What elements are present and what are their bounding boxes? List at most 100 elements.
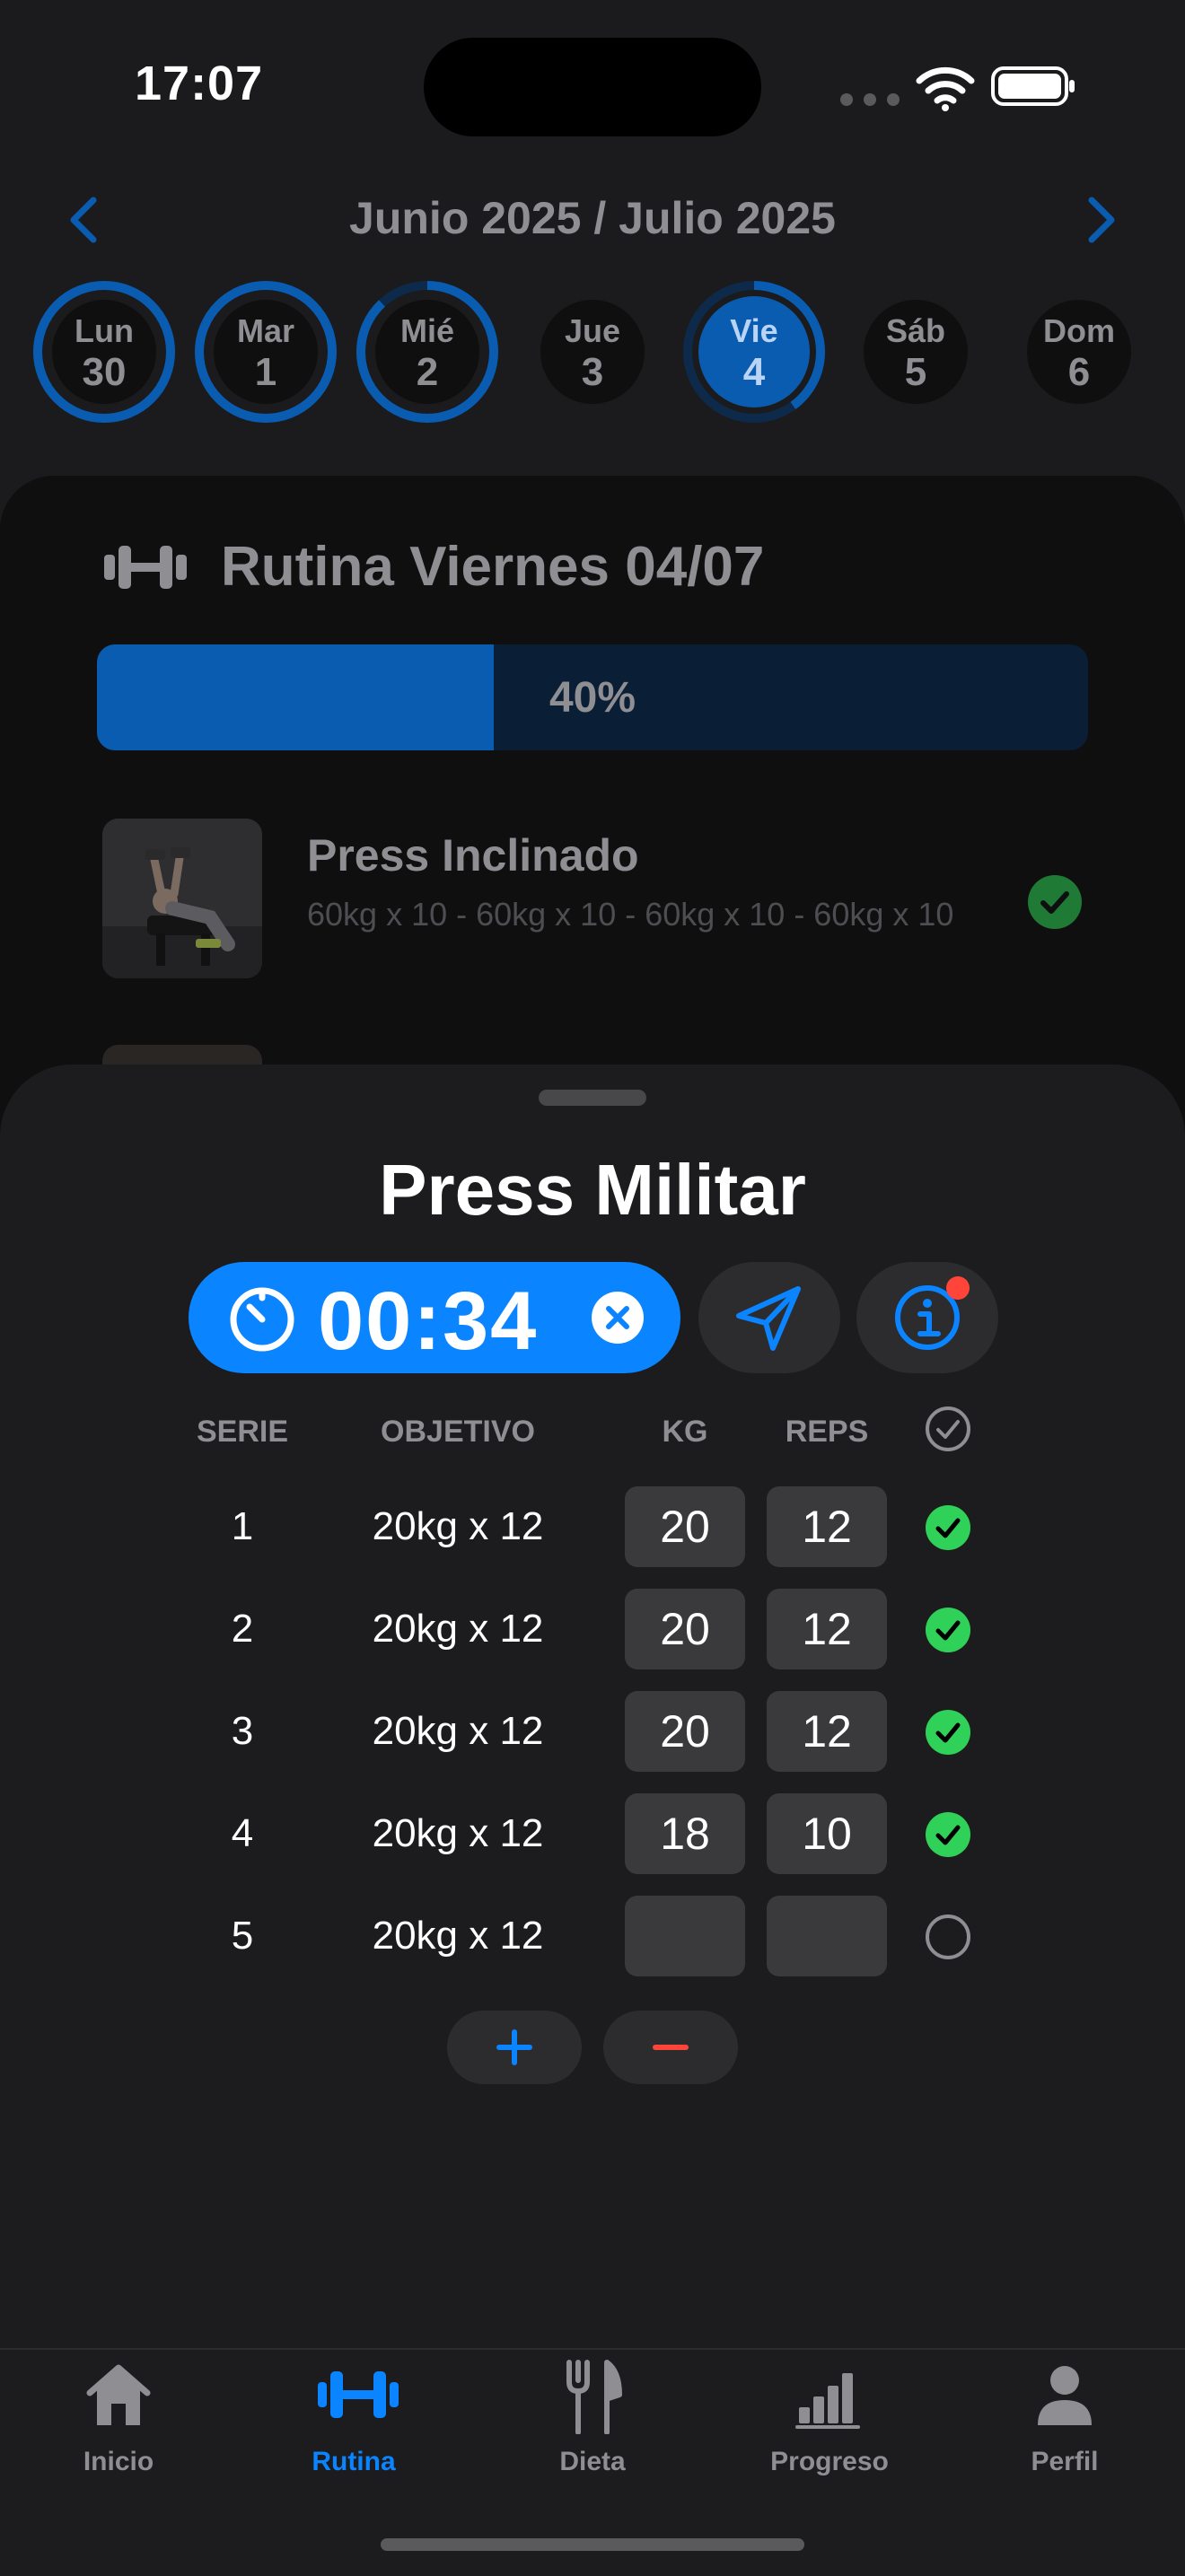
set-done-toggle[interactable]	[925, 1607, 971, 1653]
set-target: 20kg x 12	[372, 1709, 544, 1753]
reps-input[interactable]: 10	[767, 1793, 887, 1874]
day-name: Mar	[236, 312, 295, 349]
reps-input[interactable]: 12	[767, 1486, 887, 1567]
close-icon[interactable]	[591, 1291, 645, 1345]
set-done-toggle[interactable]	[925, 1709, 971, 1756]
tab-progreso[interactable]: Progreso	[740, 2359, 919, 2484]
set-target: 20kg x 12	[372, 1811, 544, 1855]
day-button[interactable]: Mar 1	[194, 280, 338, 424]
sheet-title: Press Militar	[379, 1150, 806, 1230]
set-done-toggle[interactable]	[925, 1504, 971, 1551]
chart-bar-icon	[795, 2373, 860, 2429]
set-row: 5 20kg x 12	[0, 1896, 1185, 1976]
tab-dieta[interactable]: Dieta	[503, 2359, 682, 2484]
home-indicator	[381, 2538, 804, 2551]
day-button-selected[interactable]: Vie 4	[682, 280, 826, 424]
dumbbell-icon	[318, 2371, 399, 2418]
set-row: 3 20kg x 12 20 12	[0, 1691, 1185, 1772]
reps-input[interactable]	[767, 1896, 887, 1976]
minus-icon	[653, 2045, 689, 2050]
exercise-sets-summary: 60kg x 10 - 60kg x 10 - 60kg x 10 - 60kg…	[307, 896, 954, 933]
set-target: 20kg x 12	[372, 1607, 544, 1651]
complete-all-icon[interactable]	[925, 1406, 971, 1452]
sheet-grabber[interactable]	[539, 1090, 646, 1106]
dynamic-island	[424, 38, 761, 136]
info-button[interactable]	[856, 1262, 998, 1373]
kg-input[interactable]: 20	[625, 1589, 745, 1669]
routine-title: Rutina Viernes 04/07	[221, 536, 765, 598]
exercise-thumbnail[interactable]	[102, 819, 262, 978]
tab-perfil[interactable]: Perfil	[975, 2359, 1154, 2484]
day-button[interactable]: Dom 6	[1007, 280, 1151, 424]
previous-week-button[interactable]	[57, 193, 111, 247]
exercise-completed-icon	[1028, 875, 1082, 929]
set-number: 4	[231, 1811, 254, 1855]
exercise-photo	[102, 819, 262, 978]
tab-label: Perfil	[1031, 2447, 1099, 2476]
day-number: 4	[742, 350, 766, 394]
tab-inicio[interactable]: Inicio	[29, 2359, 208, 2484]
kg-input[interactable]: 20	[625, 1691, 745, 1772]
rest-timer-value: 00:34	[318, 1275, 539, 1367]
set-number: 5	[231, 1914, 254, 1958]
day-name: Jue	[564, 312, 621, 349]
day-number: 30	[82, 350, 127, 394]
day-name: Sáb	[885, 312, 946, 349]
column-header-kg: KG	[662, 1415, 708, 1449]
set-row: 1 20kg x 12 20 12	[0, 1486, 1185, 1567]
column-header-reps: REPS	[785, 1415, 869, 1449]
rest-timer-button[interactable]: 00:34	[189, 1262, 680, 1373]
day-button[interactable]: Sáb 5	[844, 280, 988, 424]
day-name: Mié	[399, 312, 454, 349]
kg-input[interactable]: 20	[625, 1486, 745, 1567]
column-header-serie: SERIE	[196, 1415, 289, 1449]
cellular-signal-icon	[840, 93, 900, 106]
set-row: 4 20kg x 12 18 10	[0, 1793, 1185, 1874]
day-button[interactable]: Mié 2	[356, 280, 499, 424]
notification-badge	[946, 1276, 970, 1300]
routine-progress-bar: 40%	[97, 644, 1088, 750]
set-done-toggle[interactable]	[925, 1914, 971, 1960]
reps-input[interactable]: 12	[767, 1589, 887, 1669]
tab-label: Inicio	[83, 2447, 154, 2476]
exercise-name[interactable]: Press Inclinado	[307, 829, 639, 881]
paper-plane-icon	[736, 1286, 801, 1351]
house-icon	[86, 2364, 151, 2425]
wifi-icon	[916, 66, 975, 111]
tab-rutina[interactable]: Rutina	[264, 2359, 443, 2484]
tab-label: Progreso	[770, 2447, 889, 2476]
month-title: Junio 2025 / Julio 2025	[349, 193, 836, 243]
set-target: 20kg x 12	[372, 1914, 544, 1958]
day-name: Vie	[730, 312, 778, 349]
day-number: 6	[1067, 350, 1091, 394]
set-number: 3	[231, 1709, 254, 1753]
remove-set-button[interactable]	[603, 2011, 738, 2084]
day-number: 2	[416, 350, 439, 394]
add-set-button[interactable]	[447, 2011, 582, 2084]
kg-input[interactable]: 18	[625, 1793, 745, 1874]
day-button[interactable]: Lun 30	[32, 280, 176, 424]
set-number: 2	[231, 1607, 254, 1651]
day-name: Dom	[1043, 312, 1115, 349]
day-number: 1	[254, 350, 277, 394]
set-number: 1	[231, 1504, 254, 1548]
reps-input[interactable]: 12	[767, 1691, 887, 1772]
day-number: 3	[581, 350, 604, 394]
day-number: 5	[904, 350, 927, 394]
day-button[interactable]: Jue 3	[521, 280, 664, 424]
column-header-objetivo: OBJETIVO	[381, 1415, 535, 1449]
fork-knife-icon	[566, 2360, 622, 2434]
dumbbell-icon	[104, 546, 187, 589]
next-week-button[interactable]	[1074, 193, 1128, 247]
person-icon	[1038, 2366, 1092, 2425]
set-target: 20kg x 12	[372, 1504, 544, 1548]
set-done-toggle[interactable]	[925, 1811, 971, 1858]
tab-label: Dieta	[559, 2447, 626, 2476]
kg-input[interactable]	[625, 1896, 745, 1976]
status-time: 17:07	[135, 57, 264, 110]
set-row: 2 20kg x 12 20 12	[0, 1589, 1185, 1669]
plus-icon	[496, 2029, 532, 2065]
send-button[interactable]	[698, 1262, 840, 1373]
tab-label: Rutina	[312, 2447, 396, 2476]
routine-progress-label: 40%	[549, 674, 636, 722]
